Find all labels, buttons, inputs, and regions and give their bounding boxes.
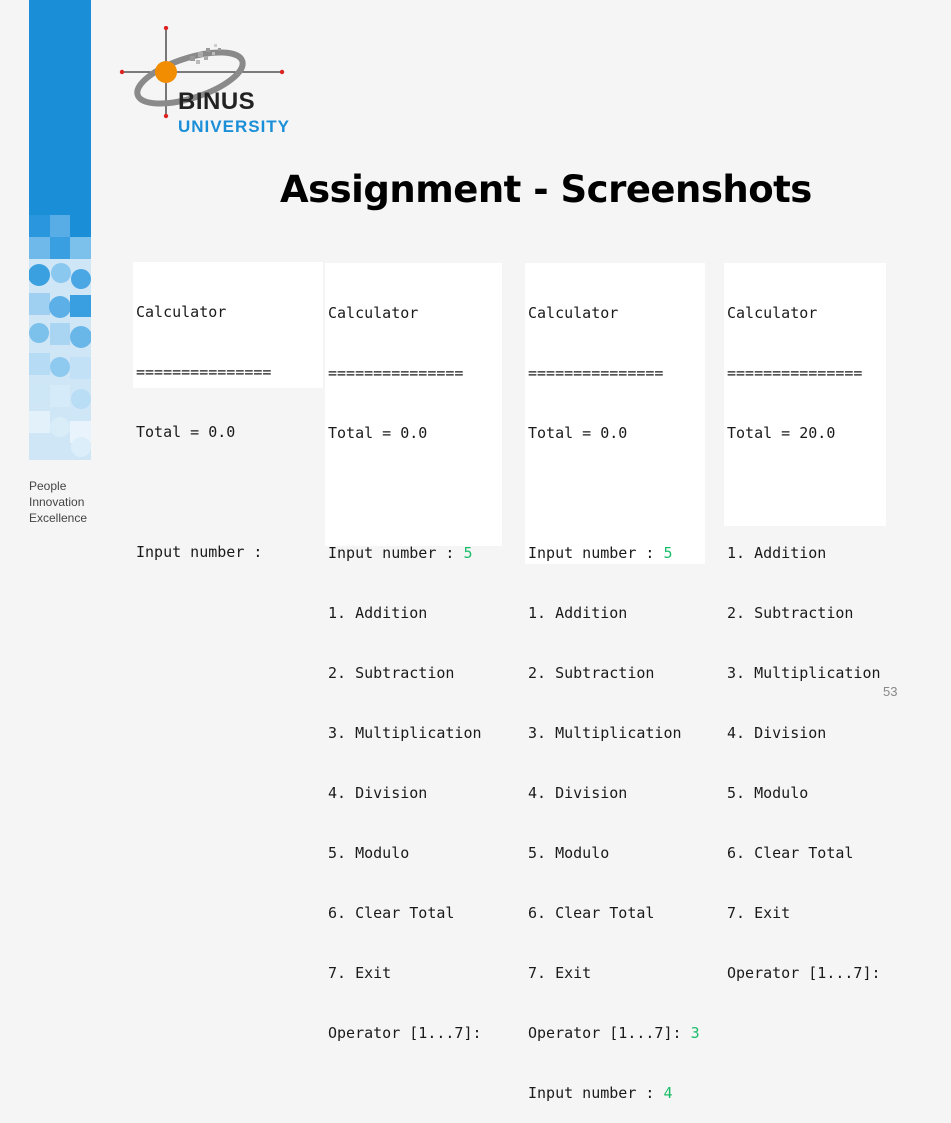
panel-input-prompt: Input number :: [136, 543, 263, 561]
panel-rule: ===============: [528, 364, 664, 382]
tagline-excellence: Excellence: [29, 511, 88, 525]
panel-total: Total = 0.0: [528, 424, 628, 442]
screenshot-panel-4: Calculator =============== Total = 20.0 …: [724, 263, 886, 982]
menu-item: 6. Clear Total: [727, 844, 854, 862]
menu-item: 2. Subtraction: [528, 664, 655, 682]
menu-item: 2. Subtraction: [727, 604, 854, 622]
tagline-people: People: [29, 479, 67, 493]
panel-header: Calculator: [727, 304, 818, 322]
panel-input-value-2: 4: [663, 1084, 673, 1102]
panel-operator-prompt: Operator [1...7]:: [528, 1024, 682, 1042]
menu-item: 7. Exit: [328, 964, 392, 982]
panel-input-prompt-2: Input number :: [528, 1084, 655, 1102]
panel-input-value: 5: [463, 544, 473, 562]
decorative-stripe: [29, 0, 91, 460]
panel-input-prompt: Input number :: [328, 544, 455, 562]
menu-item: 1. Addition: [528, 604, 628, 622]
menu-item: 4. Division: [528, 784, 628, 802]
menu-item: 6. Clear Total: [328, 904, 455, 922]
screenshot-panel-3: Calculator =============== Total = 0.0 I…: [525, 263, 705, 1102]
stripe-mosaic: [29, 215, 91, 460]
screenshot-panel-1: Calculator =============== Total = 0.0 I…: [133, 262, 323, 561]
binus-logo: BINUS UNIVERSITY: [118, 26, 318, 141]
menu-item: 4. Division: [727, 724, 827, 742]
panel-header: Calculator: [328, 304, 419, 322]
panel-operator-prompt: Operator [1...7]:: [328, 1024, 482, 1042]
panel-header: Calculator: [528, 304, 619, 322]
panel-total: Total = 20.0: [727, 424, 836, 442]
panel-header: Calculator: [136, 303, 227, 321]
panel-input-prompt: Input number :: [528, 544, 655, 562]
stripe-solid: [29, 0, 91, 240]
screenshot-panel-2: Calculator =============== Total = 0.0 I…: [325, 263, 502, 1042]
panel-total: Total = 0.0: [328, 424, 428, 442]
logo-name: BINUS: [178, 88, 256, 115]
tagline: People Innovation Excellence: [29, 478, 87, 526]
logo-subtitle: UNIVERSITY: [178, 117, 291, 136]
panel-total: Total = 0.0: [136, 423, 236, 441]
panel-input-value: 5: [663, 544, 673, 562]
menu-item: 5. Modulo: [528, 844, 610, 862]
panel-operator-prompt: Operator [1...7]:: [727, 964, 881, 982]
menu-item: 2. Subtraction: [328, 664, 455, 682]
menu-item: 3. Multiplication: [528, 724, 682, 742]
menu-item: 1. Addition: [328, 604, 428, 622]
menu-item: 1. Addition: [727, 544, 827, 562]
menu-item: 3. Multiplication: [328, 724, 482, 742]
tagline-innovation: Innovation: [29, 495, 85, 509]
slide-title: Assignment - Screenshots: [280, 168, 812, 211]
menu-item: 6. Clear Total: [528, 904, 655, 922]
menu-item: 3. Multiplication: [727, 664, 881, 682]
page-number: 53: [883, 684, 898, 699]
panel-rule: ===============: [727, 364, 863, 382]
panel-rule: ===============: [328, 364, 464, 382]
panel-rule: ===============: [136, 363, 272, 381]
menu-item: 4. Division: [328, 784, 428, 802]
menu-item: 7. Exit: [727, 904, 791, 922]
menu-item: 5. Modulo: [328, 844, 410, 862]
menu-item: 7. Exit: [528, 964, 592, 982]
menu-item: 5. Modulo: [727, 784, 809, 802]
panel-operator-value: 3: [690, 1024, 700, 1042]
